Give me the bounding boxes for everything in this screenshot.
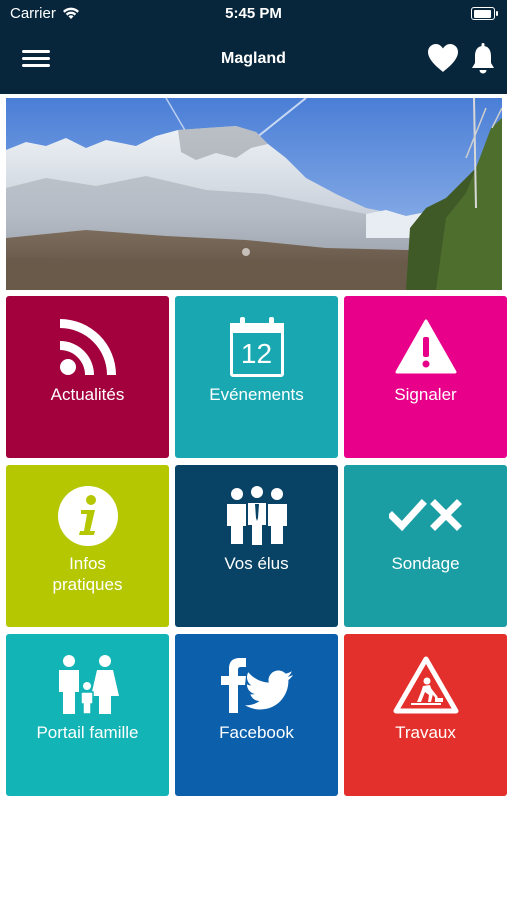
tile-facebook[interactable]: Facebook	[175, 634, 338, 796]
notifications-button[interactable]	[470, 42, 500, 78]
tile-evenements[interactable]: 12 Evénements	[175, 296, 338, 458]
app-screen: Carrier 5:45 PM Magland Actualités 12 Ev…	[0, 0, 507, 900]
tile-label: Portail famille	[36, 723, 139, 742]
tile-portail-famille[interactable]: Portail famille	[6, 634, 169, 796]
family-icon	[58, 655, 119, 715]
tile-sondage[interactable]: Sondage	[344, 465, 507, 627]
tile-infos-pratiques[interactable]: Infos pratiques	[6, 465, 169, 627]
tile-actualites[interactable]: Actualités	[6, 296, 169, 458]
app-header: Magland	[0, 28, 507, 94]
banner-image[interactable]	[6, 98, 502, 290]
status-time: 5:45 PM	[225, 5, 282, 22]
tile-label: Vos élus	[224, 554, 289, 573]
check-cross-icon	[388, 499, 462, 532]
warning-icon	[395, 319, 456, 374]
tile-label: Signaler	[394, 385, 457, 404]
tile-travaux[interactable]: Travaux	[344, 634, 507, 796]
tile-label: Facebook	[219, 723, 294, 742]
info-icon	[57, 486, 118, 546]
tile-label: Infos pratiques	[10, 553, 165, 595]
tile-label: Actualités	[50, 385, 125, 404]
bell-icon	[472, 43, 494, 74]
rss-icon	[59, 319, 116, 375]
tile-label-line2: pratiques	[52, 575, 123, 594]
battery-icon	[471, 7, 498, 20]
mountain-landscape-image	[6, 98, 502, 290]
roadwork-icon	[393, 656, 458, 714]
tile-label: Evénements	[209, 385, 304, 404]
status-bar: Carrier 5:45 PM	[0, 0, 507, 28]
tile-vos-elus[interactable]: Vos élus	[175, 465, 338, 627]
facebook-twitter-icon	[220, 658, 293, 713]
people-icon	[226, 486, 287, 546]
heart-icon	[428, 44, 458, 72]
tile-signaler[interactable]: Signaler	[344, 296, 507, 458]
favorites-button[interactable]	[426, 42, 462, 78]
calendar-day-number: 12	[240, 338, 273, 369]
tile-label: Sondage	[391, 554, 460, 573]
tile-label-line1: Infos	[69, 554, 106, 573]
calendar-icon: 12	[229, 317, 284, 377]
tile-label: Travaux	[395, 723, 456, 742]
